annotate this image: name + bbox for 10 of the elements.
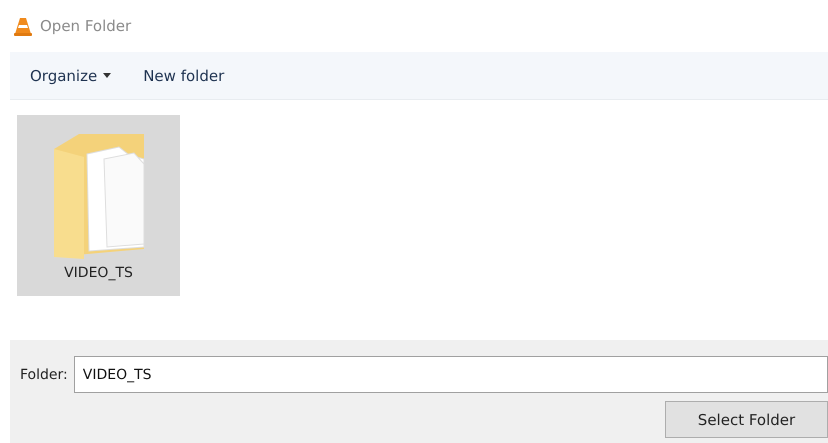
folder-item[interactable]: VIDEO_TS (17, 115, 180, 296)
folder-name: VIDEO_TS (64, 265, 133, 281)
organize-menu-button[interactable]: Organize (24, 62, 118, 88)
caret-icon (103, 73, 112, 78)
window-title: Open Folder (40, 17, 132, 35)
traffic-cone-icon (14, 16, 32, 36)
folder-input-field[interactable]: VIDEO_TS (74, 356, 828, 393)
folder-label: Folder: (20, 366, 68, 382)
select-folder-button[interactable]: Select Folder (665, 401, 828, 438)
toolbar-button[interactable]: New folder (137, 62, 230, 88)
